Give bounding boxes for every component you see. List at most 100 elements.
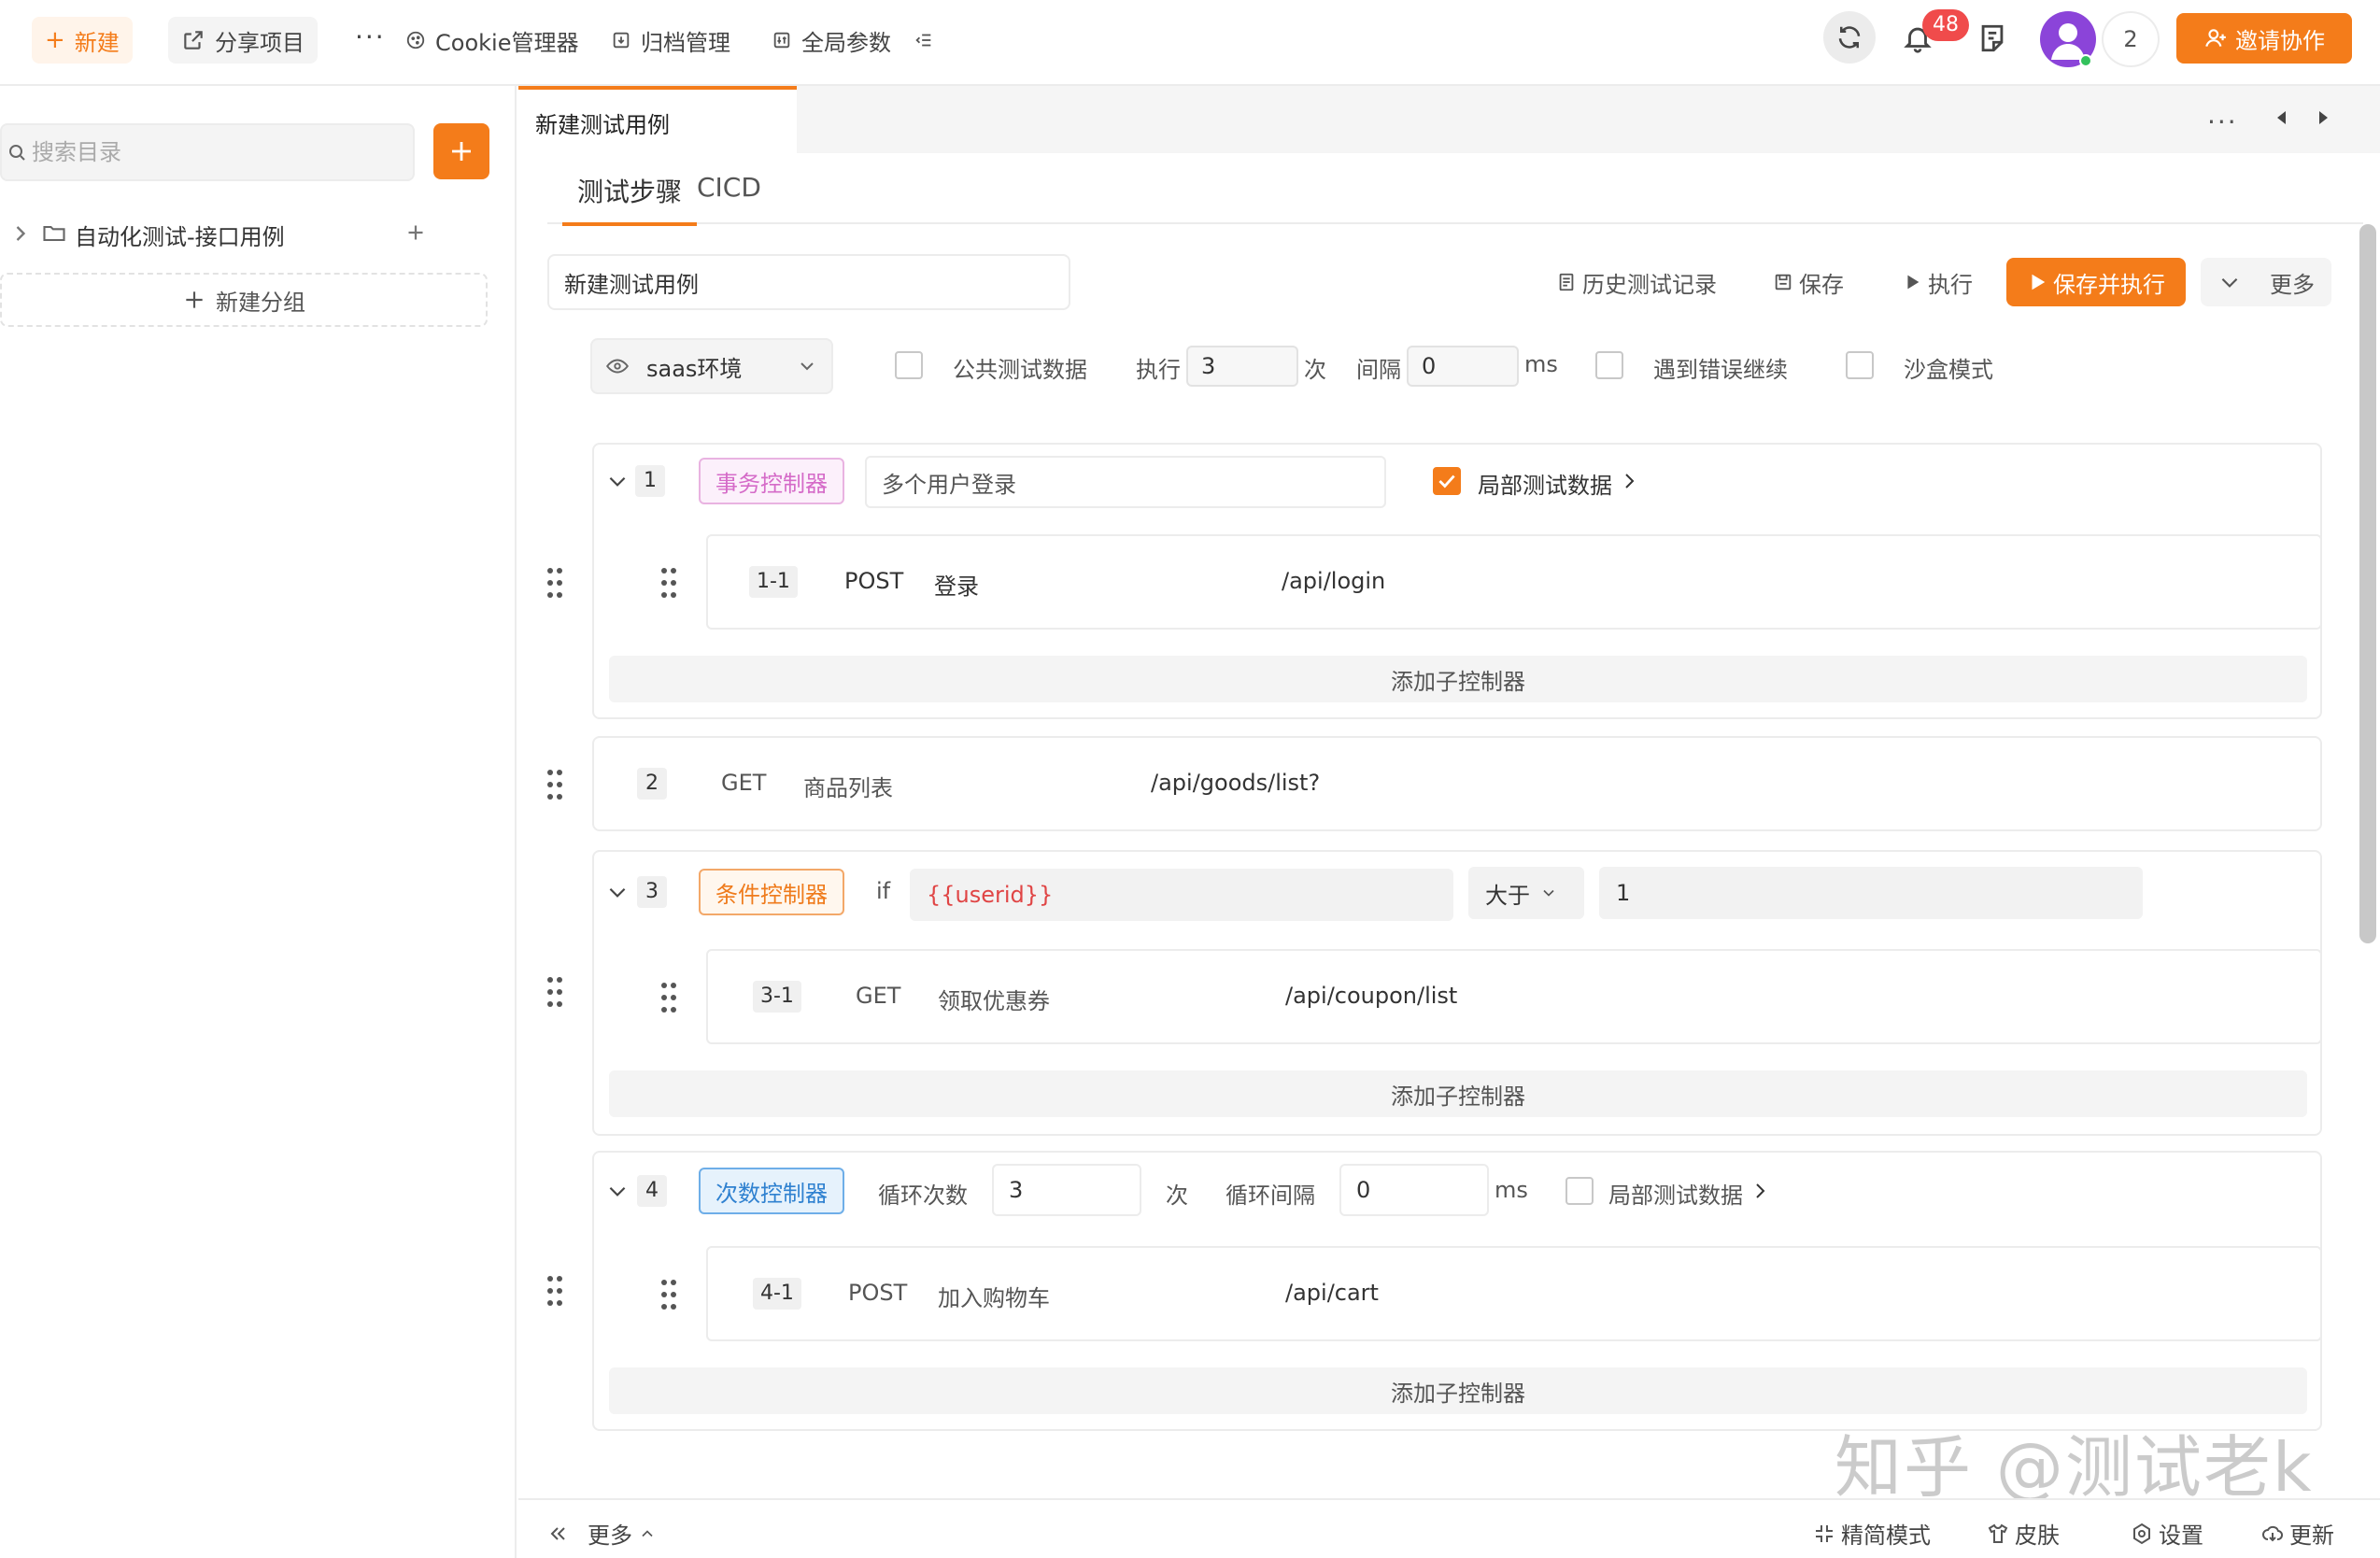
- step-number: 1: [635, 465, 665, 497]
- drag-handle-icon[interactable]: [545, 1274, 564, 1308]
- add-child-controller-button[interactable]: 添加子控制器: [609, 1070, 2307, 1117]
- search-input[interactable]: [32, 139, 387, 165]
- footer-more-button[interactable]: 更多: [546, 1517, 657, 1550]
- new-group-button[interactable]: 新建分组: [0, 273, 488, 327]
- top-toolbar: + 新建 分享项目 ··· Cookie管理器 归档管理 全局参数 48 2 邀…: [0, 0, 2380, 86]
- transaction-controller-tag[interactable]: 事务控制器: [699, 458, 844, 504]
- chevron-right-icon[interactable]: [1749, 1179, 1771, 1203]
- public-data-checkbox[interactable]: [895, 351, 923, 379]
- condition-variable-input[interactable]: {{userid}}: [910, 869, 1453, 921]
- times-label: 次: [1166, 1183, 1188, 1209]
- skin-button[interactable]: 皮肤: [1987, 1517, 2060, 1550]
- run-button[interactable]: 执行: [1902, 258, 1973, 306]
- chevron-down-icon[interactable]: [605, 469, 630, 493]
- simple-mode-button[interactable]: 精简模式: [1813, 1517, 1931, 1550]
- notes-icon[interactable]: [1976, 22, 2008, 54]
- exec-count-input[interactable]: 3: [1186, 346, 1298, 387]
- share-label: 分享项目: [215, 29, 305, 56]
- caret-right-icon[interactable]: [2312, 106, 2334, 129]
- if-label: if: [876, 878, 891, 904]
- double-chevron-left-icon: [550, 1526, 565, 1540]
- chevron-right-icon[interactable]: [7, 220, 34, 247]
- member-count[interactable]: 2: [2102, 11, 2160, 67]
- notification-badge: 48: [1922, 9, 1969, 41]
- environment-select[interactable]: saas环境: [590, 338, 833, 394]
- local-data-label[interactable]: 局部测试数据: [1608, 1177, 1743, 1210]
- operator-select[interactable]: 大于: [1468, 867, 1584, 919]
- chevron-up-icon: [642, 1529, 653, 1537]
- drag-handle-icon[interactable]: [545, 975, 564, 1009]
- more-dropdown-button[interactable]: 更多: [2201, 258, 2331, 306]
- tab-new-test-case[interactable]: 新建测试用例: [518, 86, 797, 153]
- add-child-icon[interactable]: [402, 219, 430, 247]
- app-root: + 新建 分享项目 ··· Cookie管理器 归档管理 全局参数 48 2 邀…: [0, 0, 2380, 1558]
- watermark: 知乎 @测试老k: [1835, 1428, 2314, 1507]
- eye-icon: [605, 354, 630, 378]
- drag-handle-icon[interactable]: [545, 566, 564, 600]
- document-tabbar: 新建测试用例 ···: [518, 86, 2380, 153]
- step-number: 3-1: [753, 981, 801, 1013]
- cloud-download-icon: [2262, 1525, 2284, 1541]
- save-and-run-button[interactable]: 保存并执行: [2006, 258, 2186, 306]
- add-child-controller-button[interactable]: 添加子控制器: [609, 656, 2307, 702]
- new-button[interactable]: + 新建: [32, 17, 133, 64]
- chevron-down-icon[interactable]: [605, 1179, 630, 1203]
- continue-on-error-checkbox[interactable]: [1595, 351, 1623, 379]
- global-params-button[interactable]: 全局参数: [758, 17, 904, 64]
- chevron-down-icon[interactable]: [605, 880, 630, 904]
- share-project-button[interactable]: 分享项目: [168, 17, 318, 64]
- more-menu-button[interactable]: ···: [342, 13, 399, 60]
- cookie-manager-button[interactable]: Cookie管理器: [392, 17, 591, 64]
- status-bar: 更多 精简模式 皮肤 设置 更新: [518, 1498, 2380, 1558]
- local-data-checkbox[interactable]: [1433, 467, 1461, 495]
- http-method: GET: [856, 983, 901, 1009]
- plus-icon: [186, 291, 203, 308]
- loop-count-input[interactable]: 3: [992, 1164, 1141, 1216]
- vertical-scrollbar[interactable]: [2359, 224, 2376, 943]
- save-button[interactable]: 保存: [1773, 258, 1844, 306]
- times-label: 次: [1304, 357, 1326, 383]
- save-label: 保存: [1799, 271, 1844, 298]
- interval-input[interactable]: 0: [1407, 346, 1519, 387]
- tab-test-steps[interactable]: 测试步骤: [562, 172, 698, 226]
- history-label: 历史测试记录: [1582, 271, 1717, 298]
- loop-interval-input[interactable]: 0: [1339, 1164, 1489, 1216]
- refresh-icon: [1835, 23, 1863, 51]
- search-box: [0, 123, 415, 181]
- tab-more-button[interactable]: ···: [2207, 106, 2238, 137]
- sandbox-label: 沙盒模式: [1904, 357, 1993, 383]
- collapse-menu-button[interactable]: [906, 17, 942, 64]
- drag-handle-icon[interactable]: [659, 981, 678, 1014]
- document-icon: [1556, 272, 1577, 292]
- sync-button[interactable]: [1823, 11, 1876, 64]
- update-button[interactable]: 更新: [2261, 1517, 2334, 1550]
- sidebar: 自动化测试-接口用例 新建分组: [0, 86, 517, 1558]
- add-directory-button[interactable]: [433, 123, 489, 179]
- caret-left-icon[interactable]: [2271, 106, 2293, 129]
- update-label: 更新: [2289, 1523, 2334, 1549]
- controller-name-input[interactable]: 多个用户登录: [865, 456, 1386, 508]
- drag-handle-icon[interactable]: [659, 1278, 678, 1311]
- compress-icon: [1816, 1524, 1833, 1542]
- local-data-checkbox[interactable]: [1565, 1177, 1594, 1205]
- invite-button[interactable]: 邀请协作: [2176, 13, 2352, 64]
- chevron-right-icon[interactable]: [1618, 469, 1640, 493]
- add-child-controller-button[interactable]: 添加子控制器: [609, 1367, 2307, 1414]
- history-button[interactable]: 历史测试记录: [1556, 258, 1717, 306]
- tab-cicd[interactable]: CICD: [697, 172, 761, 216]
- archive-manager-button[interactable]: 归档管理: [598, 17, 744, 64]
- settings-button[interactable]: 设置: [2131, 1517, 2203, 1550]
- case-name-input[interactable]: 新建测试用例: [547, 254, 1070, 310]
- drag-handle-icon[interactable]: [545, 768, 564, 801]
- tree-item-api-cases[interactable]: 自动化测试-接口用例: [0, 205, 517, 262]
- compare-value-input[interactable]: 1: [1599, 867, 2143, 919]
- skin-label: 皮肤: [2015, 1523, 2060, 1549]
- local-data-label[interactable]: 局部测试数据: [1478, 467, 1612, 500]
- condition-controller-tag[interactable]: 条件控制器: [699, 869, 844, 915]
- sandbox-checkbox[interactable]: [1846, 351, 1874, 379]
- drag-handle-icon[interactable]: [659, 566, 678, 600]
- new-group-label: 新建分组: [216, 289, 305, 316]
- loop-controller-tag[interactable]: 次数控制器: [699, 1168, 844, 1214]
- shirt-icon: [1988, 1523, 2008, 1543]
- http-method: POST: [848, 1280, 908, 1306]
